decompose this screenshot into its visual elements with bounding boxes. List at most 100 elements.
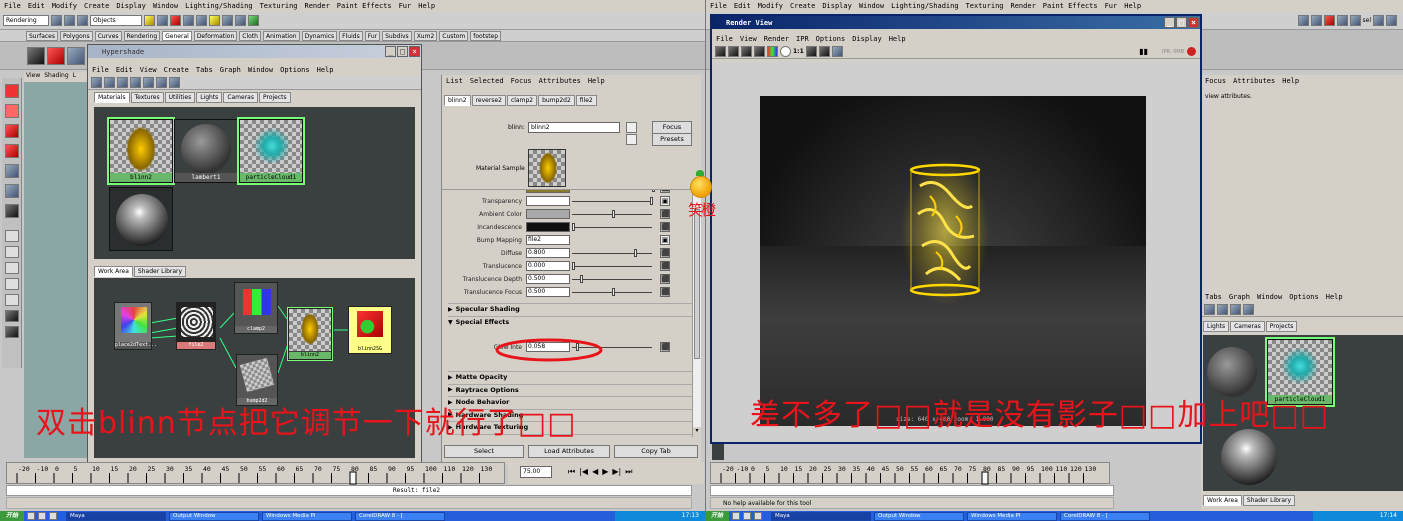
- task-maya-right[interactable]: Maya: [771, 511, 872, 521]
- color-swatch-ambient-color[interactable]: [526, 209, 570, 219]
- menu-list[interactable]: List: [446, 77, 463, 85]
- menu-texturing[interactable]: Texturing: [260, 2, 298, 10]
- section-matte-opacity[interactable]: ▶ Matte Opacity: [448, 371, 692, 382]
- shelf-tab-xum2[interactable]: Xum2: [413, 30, 438, 41]
- show-top-icon[interactable]: [156, 77, 167, 88]
- tab-file2[interactable]: file2: [575, 95, 597, 106]
- menu-attributes[interactable]: Attributes: [539, 77, 581, 85]
- rgb-channel-icon[interactable]: [767, 46, 778, 57]
- shelf-tool-icon-2[interactable]: [67, 46, 85, 65]
- slider-handle[interactable]: [650, 197, 653, 205]
- menu-lighting-shading[interactable]: Lighting/Shading: [891, 2, 958, 10]
- shelf-tab-animation[interactable]: Animation: [262, 30, 300, 41]
- slider-incandescence[interactable]: [572, 223, 652, 231]
- menu-edit[interactable]: Edit: [734, 2, 751, 10]
- snap-point-icon[interactable]: [170, 15, 181, 26]
- slider-handle[interactable]: [634, 249, 637, 257]
- time-slider-left[interactable]: -20 -10 0 5 10 15 20 25 30 35 40 45 50 55 60 65 70 75 80 85…: [6, 462, 505, 485]
- layout-two-icon[interactable]: [5, 262, 19, 274]
- value-field-translucence-depth[interactable]: 0.500: [526, 274, 570, 284]
- maximize-button[interactable]: □: [397, 46, 408, 57]
- menu-file[interactable]: File: [710, 2, 727, 10]
- expand-arrow-icon[interactable]: ▶: [448, 386, 453, 393]
- tab-clamp2[interactable]: clamp2: [506, 95, 538, 106]
- slider-diffuse[interactable]: [572, 249, 652, 257]
- menu-paint-effects[interactable]: Paint Effects: [1043, 2, 1098, 10]
- step-forward-icon[interactable]: ▶|: [612, 467, 621, 477]
- manipulator-icon[interactable]: [5, 204, 19, 218]
- section-specular-shading[interactable]: ▶ Specular Shading: [448, 303, 692, 314]
- graph-icon[interactable]: [1204, 304, 1215, 315]
- scroll-down-arrow[interactable]: ▾: [693, 427, 701, 437]
- ratio-button[interactable]: 1:1: [793, 48, 804, 55]
- tab-projects[interactable]: Projects: [1265, 321, 1298, 332]
- go-to-input-icon[interactable]: [626, 122, 637, 133]
- layout-single-icon[interactable]: [5, 230, 19, 242]
- rearrange-graph-icon[interactable]: [143, 77, 154, 88]
- shelf-tab-fur[interactable]: Fur: [364, 30, 381, 41]
- tab-bump2d2[interactable]: bump2d2: [538, 95, 575, 106]
- shelf-tab-cloth[interactable]: Cloth: [239, 30, 261, 41]
- history-icon[interactable]: [183, 15, 194, 26]
- menu-render[interactable]: Render: [305, 2, 330, 10]
- go-start-icon[interactable]: ⏮: [568, 467, 575, 477]
- menu-create[interactable]: Create: [84, 2, 109, 10]
- section-raytrace-options[interactable]: ▶ Raytrace Options: [448, 383, 692, 395]
- shelf-tab-surfaces[interactable]: Surfaces: [26, 30, 58, 41]
- value-field-bump-mapping[interactable]: file2: [526, 235, 570, 245]
- tab-work-area[interactable]: Work Area: [94, 266, 133, 277]
- menu-graph[interactable]: Graph: [1229, 293, 1250, 301]
- tab-reverse2[interactable]: reverse2: [471, 95, 506, 106]
- scale-tool-icon[interactable]: [5, 184, 19, 198]
- layout-persp-icon[interactable]: [5, 278, 19, 290]
- map-button-translucence-focus[interactable]: ⬛: [660, 287, 670, 297]
- node-clamp2[interactable]: clamp2: [234, 282, 278, 334]
- menu-render[interactable]: Render: [764, 35, 789, 43]
- tab-materials[interactable]: Materials: [94, 92, 130, 103]
- expand-arrow-icon[interactable]: ▶: [448, 306, 453, 313]
- render-region-icon[interactable]: [728, 46, 739, 57]
- node-file2[interactable]: file2: [176, 302, 216, 350]
- section-special-effects[interactable]: ▼ Special Effects: [448, 316, 692, 327]
- shelf-tab-rendering[interactable]: Rendering: [123, 30, 161, 41]
- viewport-menu-view[interactable]: View: [26, 72, 40, 82]
- menu-help[interactable]: Help: [418, 2, 435, 10]
- layout-hypershade-icon[interactable]: [5, 310, 19, 322]
- selection-mode-dropdown[interactable]: Objects: [90, 15, 142, 26]
- viewport-menu-shading[interactable]: Shading: [44, 72, 68, 82]
- start-button-left[interactable]: 开始: [0, 511, 25, 521]
- menu-file[interactable]: File: [92, 66, 109, 74]
- menu-options[interactable]: Options: [280, 66, 310, 74]
- quicklaunch-icon-2[interactable]: [38, 512, 47, 520]
- quicklaunch-icon-3[interactable]: [49, 512, 58, 520]
- slider-translucence-depth[interactable]: [572, 275, 652, 283]
- snap-icon[interactable]: [1297, 15, 1309, 26]
- shelf-tab-subdivs[interactable]: Subdivs: [382, 30, 412, 41]
- command-line-left[interactable]: Result: file2: [6, 485, 692, 496]
- menu-window[interactable]: Window: [153, 2, 178, 10]
- render-icon[interactable]: [196, 15, 207, 26]
- new-scene-icon[interactable]: [51, 15, 62, 26]
- ipr-render-icon[interactable]: [754, 46, 765, 57]
- keep-image-icon[interactable]: [805, 46, 817, 57]
- menu-fur[interactable]: Fur: [1105, 2, 1118, 10]
- menu-focus[interactable]: Focus: [1205, 77, 1226, 85]
- map-button-glow-intensity[interactable]: ⬛: [660, 342, 670, 352]
- pause-icon[interactable]: ▮▮: [1139, 47, 1148, 56]
- menu-render[interactable]: Render: [1011, 2, 1036, 10]
- menu-options[interactable]: Options: [816, 35, 846, 43]
- select-tool-icon[interactable]: [5, 84, 19, 98]
- menu-window[interactable]: Window: [248, 66, 273, 74]
- map-button-translucence-depth[interactable]: ⬛: [660, 274, 670, 284]
- slider-handle[interactable]: [572, 262, 575, 270]
- shelf-tab-dynamics[interactable]: Dynamics: [301, 30, 338, 41]
- task-output-left[interactable]: Output Window: [169, 511, 260, 521]
- shelf-tab-general[interactable]: General: [162, 30, 192, 41]
- menu-file[interactable]: File: [4, 2, 21, 10]
- quicklaunch-icon[interactable]: [27, 512, 36, 520]
- menu-focus[interactable]: Focus: [511, 77, 532, 85]
- tab-textures[interactable]: Textures: [130, 92, 164, 103]
- slider-handle[interactable]: [612, 210, 615, 218]
- expand-arrow-icon[interactable]: ▼: [448, 319, 453, 326]
- minimize-button[interactable]: _: [385, 46, 396, 57]
